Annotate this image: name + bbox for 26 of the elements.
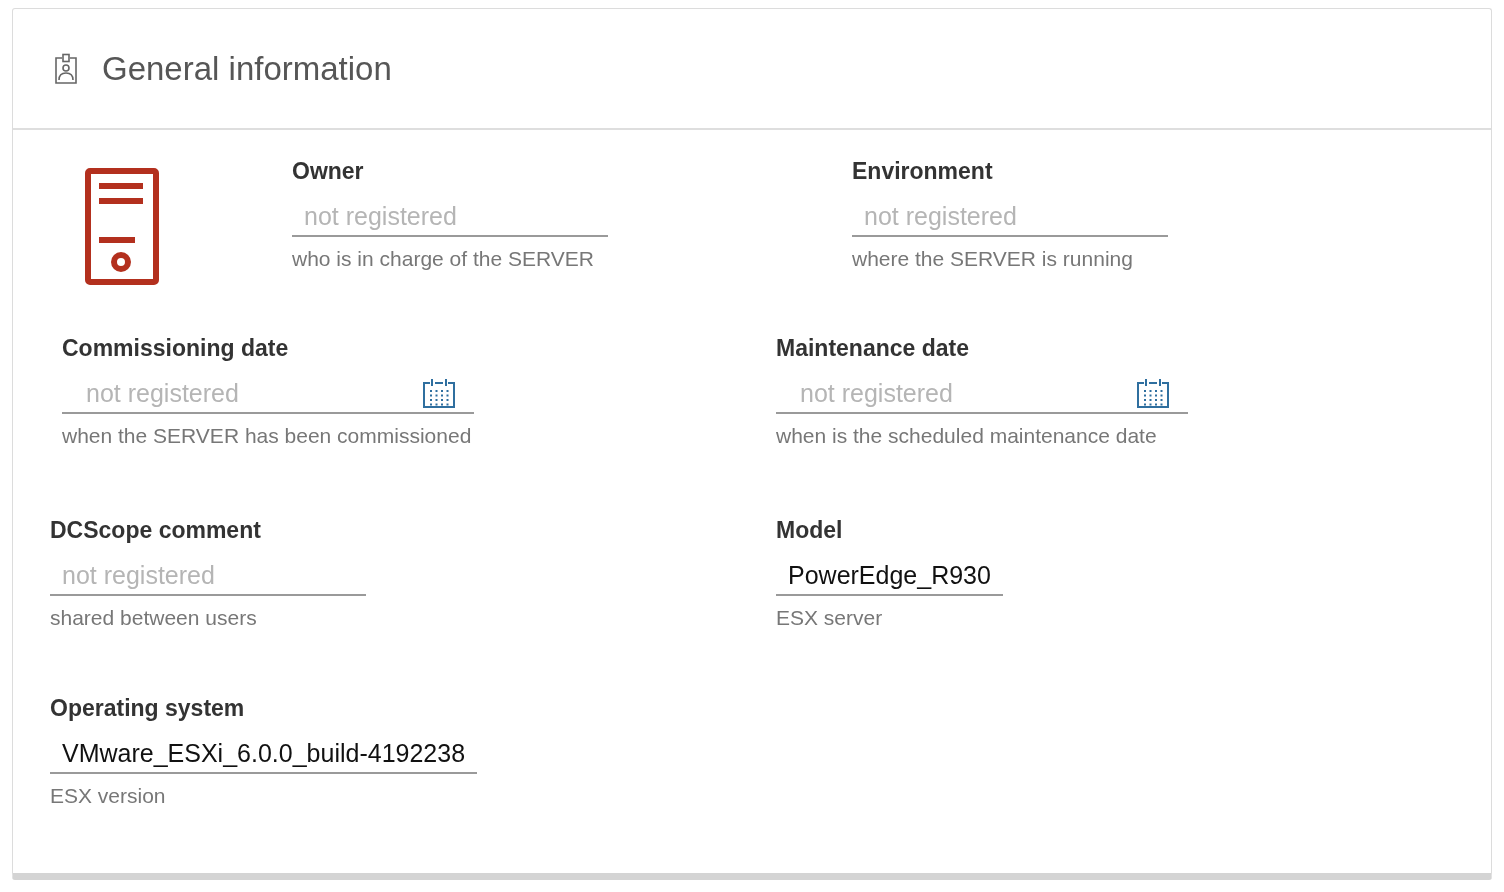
calendar-icon[interactable]: [422, 377, 456, 409]
field-hint: ESX version: [50, 784, 166, 808]
server-icon: [85, 168, 159, 285]
field-label: Commissioning date: [62, 335, 289, 362]
field-hint: when the SERVER has been commissioned: [62, 424, 472, 448]
field-label: Model: [776, 517, 843, 544]
field-hint: who is in charge of the SERVER: [292, 247, 594, 271]
card-title: General information: [102, 49, 392, 88]
field-label: DCScope comment: [50, 517, 261, 544]
field-hint: where the SERVER is running: [852, 247, 1133, 271]
field-label: Operating system: [50, 695, 245, 722]
field-hint: shared between users: [50, 606, 257, 630]
id-badge-icon: [54, 52, 78, 85]
input-field[interactable]: VMware_ESXi_6.0.0_build-4192238: [50, 734, 478, 774]
input-field[interactable]: not registered: [62, 374, 474, 414]
input-field[interactable]: PowerEdge_R930: [776, 556, 1003, 596]
field-label: Environment: [852, 158, 993, 185]
input-field[interactable]: not registered: [852, 197, 1168, 237]
calendar-icon[interactable]: [1136, 377, 1170, 409]
input-field[interactable]: not registered: [292, 197, 608, 237]
input-field[interactable]: not registered: [50, 556, 366, 596]
field-label: Owner: [292, 158, 364, 185]
input-field[interactable]: not registered: [776, 374, 1188, 414]
field-label: Maintenance date: [776, 335, 969, 362]
field-hint: ESX server: [776, 606, 883, 630]
field-hint: when is the scheduled maintenance date: [776, 424, 1157, 448]
